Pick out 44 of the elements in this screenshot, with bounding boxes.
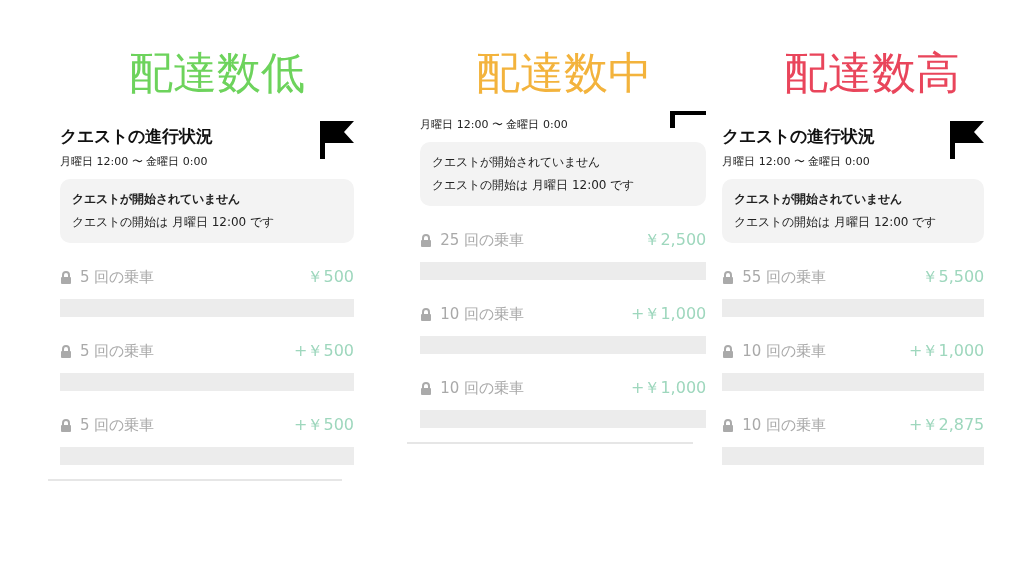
- lock-icon: [60, 270, 72, 284]
- quest-title: クエストの進行状況: [722, 125, 876, 148]
- reward-amount: +￥1,000: [909, 340, 985, 362]
- ride-count: 55 回の乗車: [742, 267, 827, 287]
- notice-text: クエストが開始されていません: [432, 154, 602, 171]
- reward-amount: ￥500: [307, 266, 354, 288]
- ride-count: 5 回の乗車: [80, 267, 155, 287]
- lock-icon: [722, 418, 735, 432]
- lock-icon: [722, 270, 735, 284]
- ride-count: 10 回の乗車: [440, 378, 525, 398]
- quest-title: クエストの進行状況: [60, 125, 213, 148]
- notice-text: クエストの開始は 月曜日 12:00 です: [734, 214, 938, 231]
- notice-text: クエストの開始は 月曜日 12:00 です: [432, 177, 636, 194]
- lock-icon: [420, 381, 433, 395]
- reward-amount: ￥2,500: [644, 229, 707, 251]
- quest-period: 月曜日 12:00 〜 金曜日 0:00: [420, 117, 568, 132]
- column-heading: 配達数低: [128, 46, 305, 100]
- reward-amount: ￥5,500: [922, 266, 985, 288]
- flag-icon: [320, 121, 354, 159]
- ride-count: 5 回の乗車: [80, 415, 155, 435]
- flag-icon: [950, 121, 985, 159]
- reward-amount: +￥500: [294, 340, 354, 362]
- ride-count: 10 回の乗車: [440, 304, 525, 324]
- lock-icon: [60, 344, 72, 358]
- reward-amount: +￥2,875: [909, 414, 985, 436]
- quest-period: 月曜日 12:00 〜 金曜日 0:00: [60, 154, 209, 169]
- notice-text: クエストが開始されていません: [72, 191, 241, 208]
- ride-count: 5 回の乗車: [80, 341, 155, 361]
- lock-icon: [60, 418, 72, 432]
- ride-count: 10 回の乗車: [742, 341, 827, 361]
- lock-icon: [420, 307, 433, 321]
- reward-amount: +￥1,000: [631, 377, 707, 399]
- quest-period: 月曜日 12:00 〜 金曜日 0:00: [722, 154, 871, 169]
- notice-text: クエストの開始は 月曜日 12:00 です: [72, 214, 276, 231]
- ride-count: 25 回の乗車: [440, 230, 525, 250]
- flag-icon: [670, 111, 707, 128]
- column-heading: 配達数高: [784, 46, 961, 100]
- lock-icon: [722, 344, 735, 358]
- notice-text: クエストが開始されていません: [734, 191, 904, 208]
- reward-amount: +￥1,000: [631, 303, 707, 325]
- column-heading: 配達数中: [475, 46, 652, 100]
- lock-icon: [420, 233, 433, 247]
- ride-count: 10 回の乗車: [742, 415, 827, 435]
- reward-amount: +￥500: [294, 414, 354, 436]
